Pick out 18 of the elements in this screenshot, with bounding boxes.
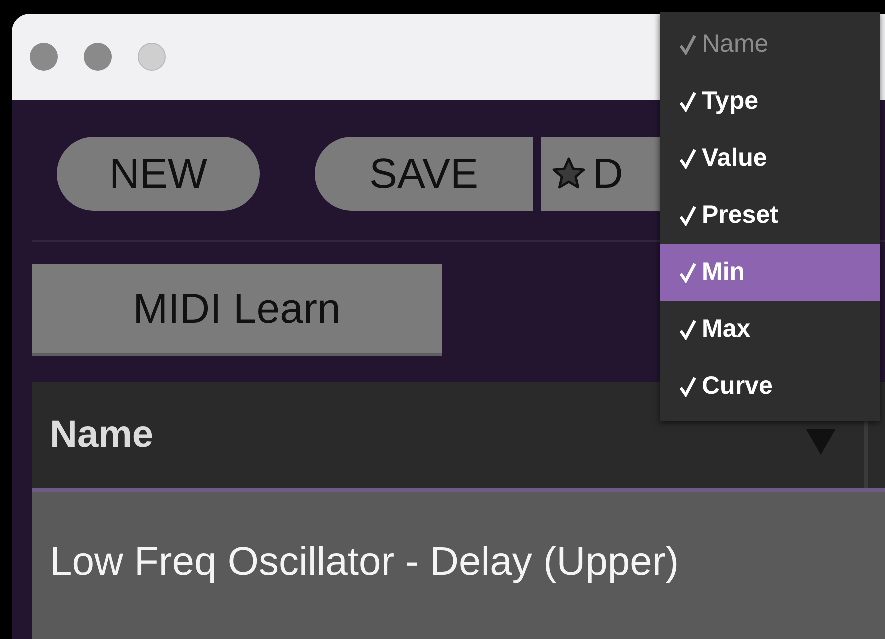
- zoom-button[interactable]: [138, 43, 166, 71]
- menu-item[interactable]: Type: [660, 73, 880, 130]
- column-title: Name: [50, 414, 154, 456]
- menu-item-label: Max: [702, 315, 751, 344]
- menu-item-label: Type: [702, 87, 758, 116]
- menu-item[interactable]: Min: [660, 244, 880, 301]
- minimize-button[interactable]: [84, 43, 112, 71]
- table-row[interactable]: Low Freq Oscillator - Delay (Upper): [32, 488, 885, 639]
- menu-item-label: Preset: [702, 201, 778, 230]
- menu-item[interactable]: Max: [660, 301, 880, 358]
- new-button[interactable]: NEW: [57, 137, 260, 211]
- close-button[interactable]: [30, 43, 58, 71]
- menu-item-label: Value: [702, 144, 768, 173]
- table-cell: Low Freq Oscillator - Delay (Upper): [50, 540, 680, 584]
- menu-item-label: Min: [702, 258, 746, 287]
- midi-learn-button[interactable]: MIDI Learn: [32, 264, 442, 356]
- menu-item-label: Name: [702, 30, 769, 59]
- save-button[interactable]: SAVE: [315, 137, 533, 211]
